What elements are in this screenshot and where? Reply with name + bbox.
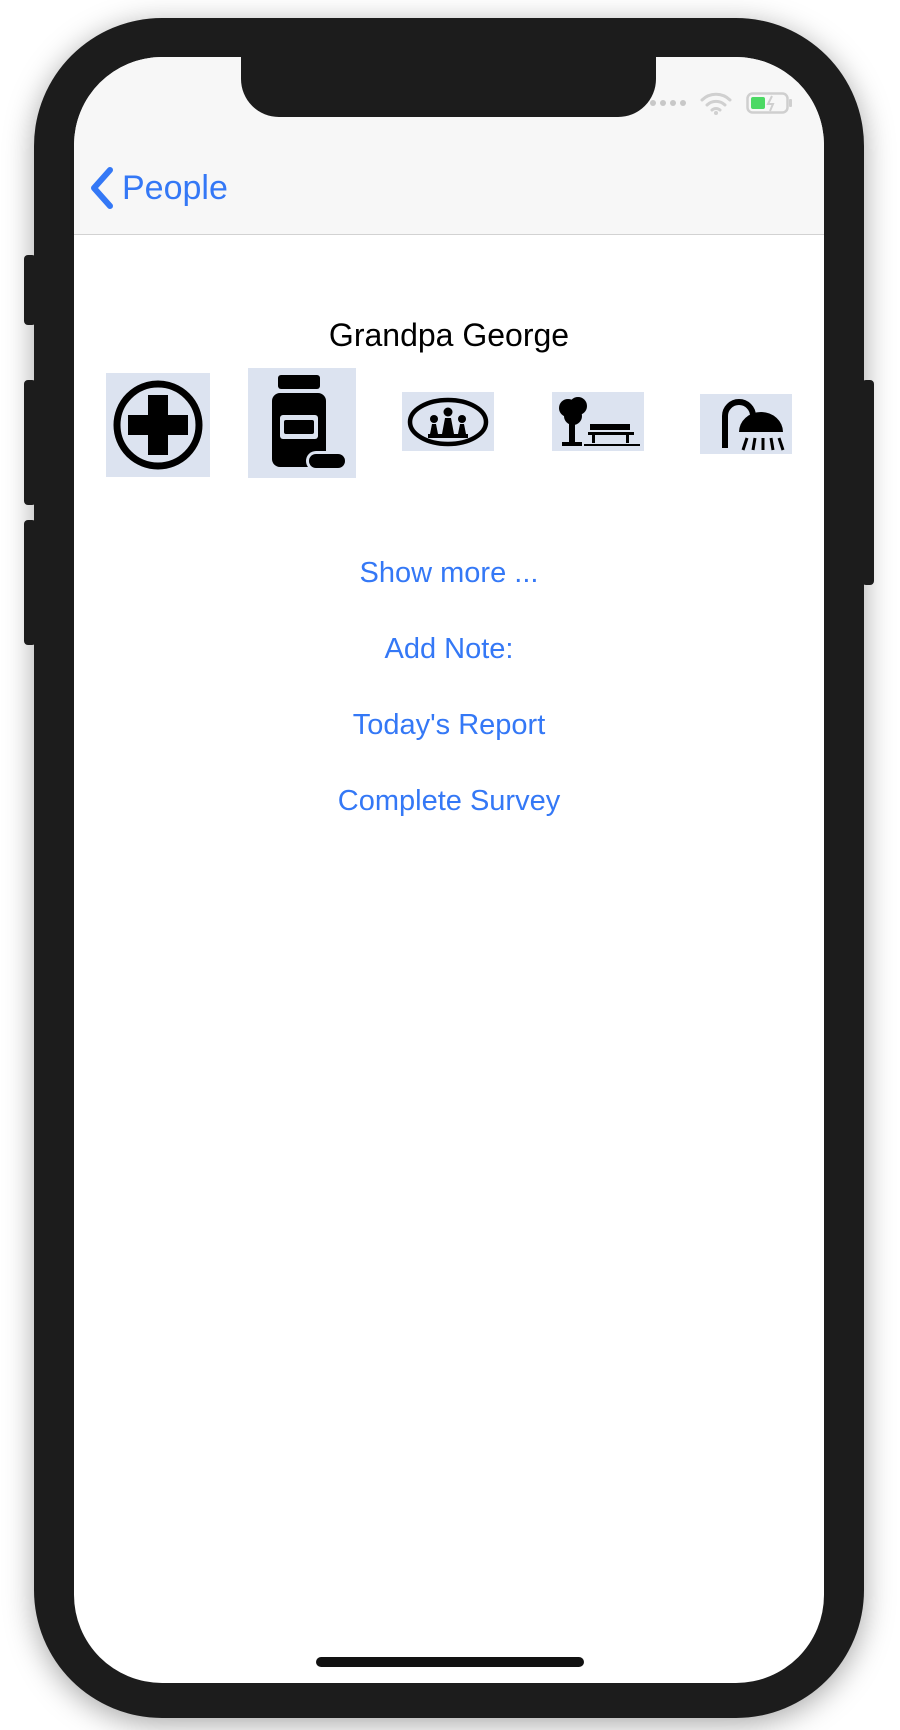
shower-icon — [722, 399, 785, 451]
device-power-button — [862, 380, 874, 585]
add-note-link[interactable]: Add Note: — [74, 633, 824, 666]
medical-action-button[interactable] — [106, 373, 210, 477]
medication-action-button[interactable] — [248, 368, 356, 478]
chevron-left-icon — [91, 167, 113, 209]
home-indicator[interactable] — [316, 1657, 584, 1667]
park-bench-tree-icon — [559, 396, 640, 446]
outdoor-action-button[interactable] — [552, 392, 644, 451]
app-screen: People Grandpa George Show more ... Add … — [74, 57, 824, 1683]
complete-survey-link[interactable]: Complete Survey — [74, 785, 824, 818]
device-volume-up-button — [24, 380, 36, 505]
show-more-link[interactable]: Show more ... — [74, 557, 824, 590]
cellular-signal-icon — [650, 100, 686, 106]
todays-report-link[interactable]: Today's Report — [74, 709, 824, 742]
medication-bottle-icon — [272, 375, 348, 471]
status-bar — [650, 91, 794, 115]
medical-cross-icon — [113, 380, 203, 470]
device-volume-down-button — [24, 520, 36, 645]
device-mute-switch — [24, 255, 36, 325]
hygiene-action-button[interactable] — [700, 394, 792, 454]
device-notch — [241, 57, 656, 117]
back-button[interactable]: People — [90, 167, 228, 209]
back-button-label: People — [122, 168, 228, 207]
battery-icon — [746, 92, 792, 114]
person-name-title: Grandpa George — [328, 317, 570, 353]
chess-pieces-icon — [407, 397, 489, 446]
wifi-icon — [700, 92, 732, 115]
activities-action-button[interactable] — [402, 392, 494, 451]
